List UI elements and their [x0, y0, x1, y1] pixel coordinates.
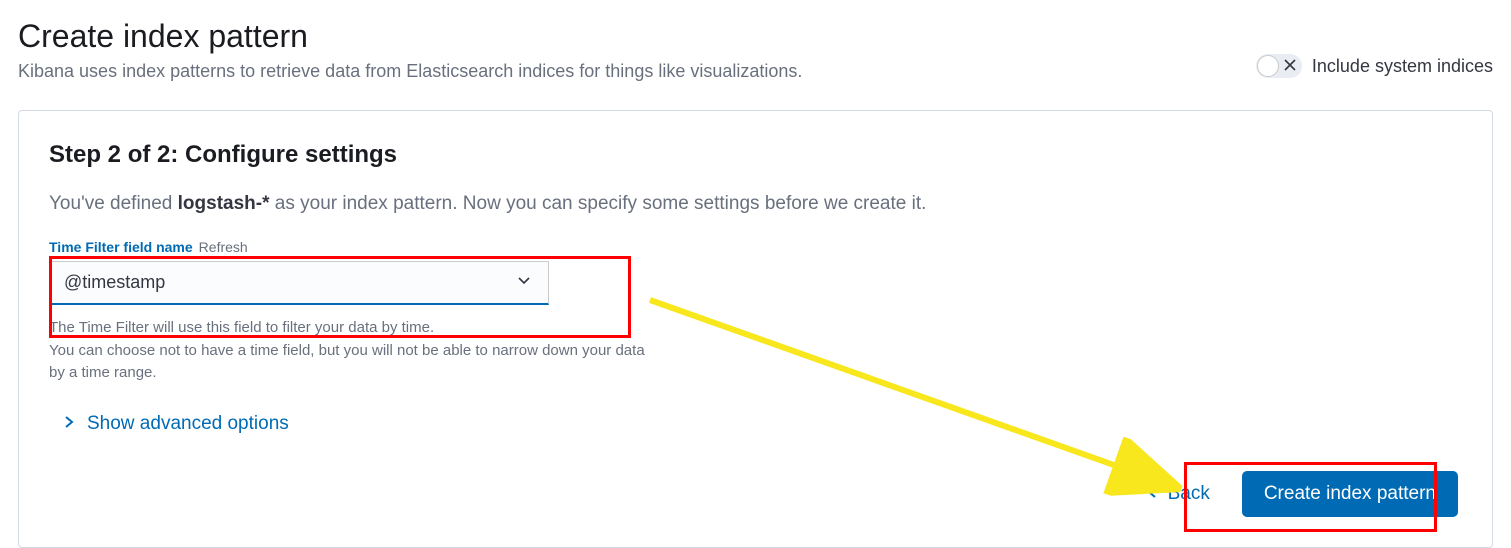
- desc-suffix: as your index pattern. Now you can speci…: [270, 193, 927, 214]
- select-value: @timestamp: [64, 272, 165, 293]
- back-label: Back: [1168, 483, 1210, 505]
- back-button[interactable]: Back: [1146, 483, 1210, 505]
- include-system-indices-toggle[interactable]: [1256, 54, 1302, 78]
- toggle-label: Include system indices: [1312, 56, 1493, 77]
- desc-prefix: You've defined: [49, 193, 178, 214]
- chevron-left-icon: [1146, 483, 1158, 505]
- refresh-link[interactable]: Refresh: [199, 239, 248, 255]
- desc-pattern: logstash-*: [178, 193, 270, 214]
- toggle-knob: [1257, 55, 1279, 77]
- close-icon: [1284, 59, 1296, 73]
- page-subtitle: Kibana uses index patterns to retrieve d…: [18, 61, 1256, 82]
- show-advanced-options[interactable]: Show advanced options: [49, 413, 1462, 435]
- advanced-options-label: Show advanced options: [87, 413, 289, 435]
- time-filter-field-select[interactable]: @timestamp: [49, 261, 549, 305]
- help-text-1: The Time Filter will use this field to f…: [49, 317, 649, 340]
- chevron-down-icon: [516, 272, 532, 293]
- create-index-pattern-button[interactable]: Create index pattern: [1242, 471, 1458, 517]
- chevron-right-icon: [63, 413, 75, 435]
- step-description: You've defined logstash-* as your index …: [49, 193, 1462, 215]
- page-title: Create index pattern: [18, 18, 1256, 55]
- step-title: Step 2 of 2: Configure settings: [49, 141, 1462, 169]
- help-text-2: You can choose not to have a time field,…: [49, 340, 649, 385]
- step-panel: Step 2 of 2: Configure settings You've d…: [18, 110, 1493, 548]
- time-filter-field-label: Time Filter field name: [49, 239, 193, 255]
